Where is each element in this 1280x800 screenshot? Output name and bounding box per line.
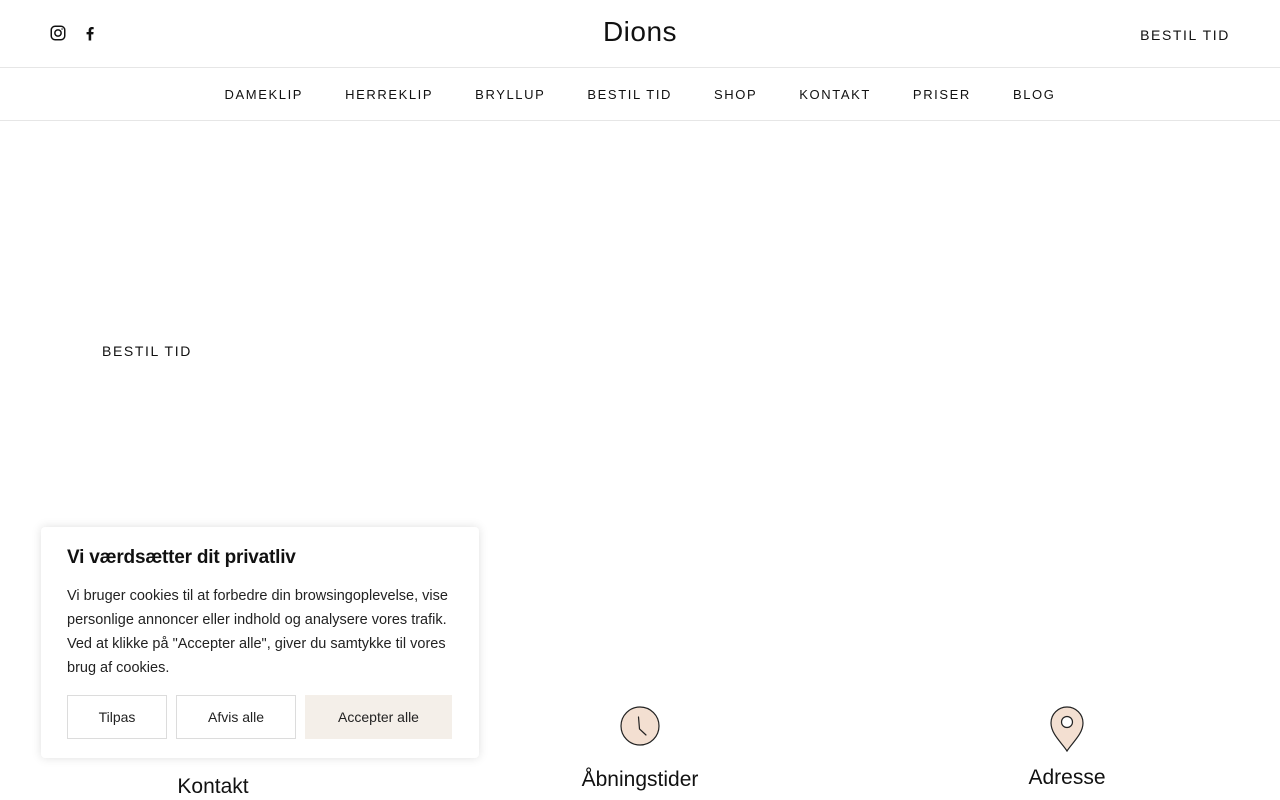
nav-item-bryllup[interactable]: BRYLLUP bbox=[475, 87, 545, 102]
reject-all-button[interactable]: Afvis alle bbox=[176, 695, 296, 739]
cookie-consent-dialog: Vi værdsætter dit privatliv Vi bruger co… bbox=[41, 527, 479, 758]
hours-label[interactable]: Åbningstider bbox=[490, 768, 790, 792]
accept-all-button[interactable]: Accepter alle bbox=[305, 695, 452, 739]
nav-item-bestil-tid[interactable]: BESTIL TID bbox=[587, 87, 672, 102]
nav-item-blog[interactable]: BLOG bbox=[1013, 87, 1056, 102]
map-pin-icon bbox=[1050, 706, 1084, 752]
top-bar: Dions BESTIL TID bbox=[0, 0, 1280, 68]
header-book-button[interactable]: BESTIL TID bbox=[1140, 27, 1230, 43]
cookie-buttons: Tilpas Afvis alle Accepter alle bbox=[67, 695, 452, 739]
cookie-text: Vi bruger cookies til at forbedre din br… bbox=[67, 588, 448, 676]
cookie-title: Vi værdsætter dit privatliv bbox=[67, 547, 296, 568]
nav-item-dameklip[interactable]: DAMEKLIP bbox=[225, 87, 304, 102]
hero-book-button[interactable]: BESTIL TID bbox=[102, 343, 192, 359]
nav-item-herreklip[interactable]: HERREKLIP bbox=[345, 87, 433, 102]
nav-item-shop[interactable]: SHOP bbox=[714, 87, 757, 102]
site-logo[interactable]: Dions bbox=[0, 16, 1280, 48]
customize-button[interactable]: Tilpas bbox=[67, 695, 167, 739]
contact-label[interactable]: Kontakt bbox=[63, 775, 363, 799]
main-nav: DAMEKLIP HERREKLIP BRYLLUP BESTIL TID SH… bbox=[0, 69, 1280, 121]
clock-icon bbox=[620, 706, 660, 746]
nav-item-kontakt[interactable]: KONTAKT bbox=[799, 87, 871, 102]
address-label[interactable]: Adresse bbox=[917, 766, 1217, 790]
info-address: Adresse bbox=[917, 706, 1217, 790]
info-hours: Åbningstider bbox=[490, 706, 790, 792]
nav-item-priser[interactable]: PRISER bbox=[913, 87, 971, 102]
